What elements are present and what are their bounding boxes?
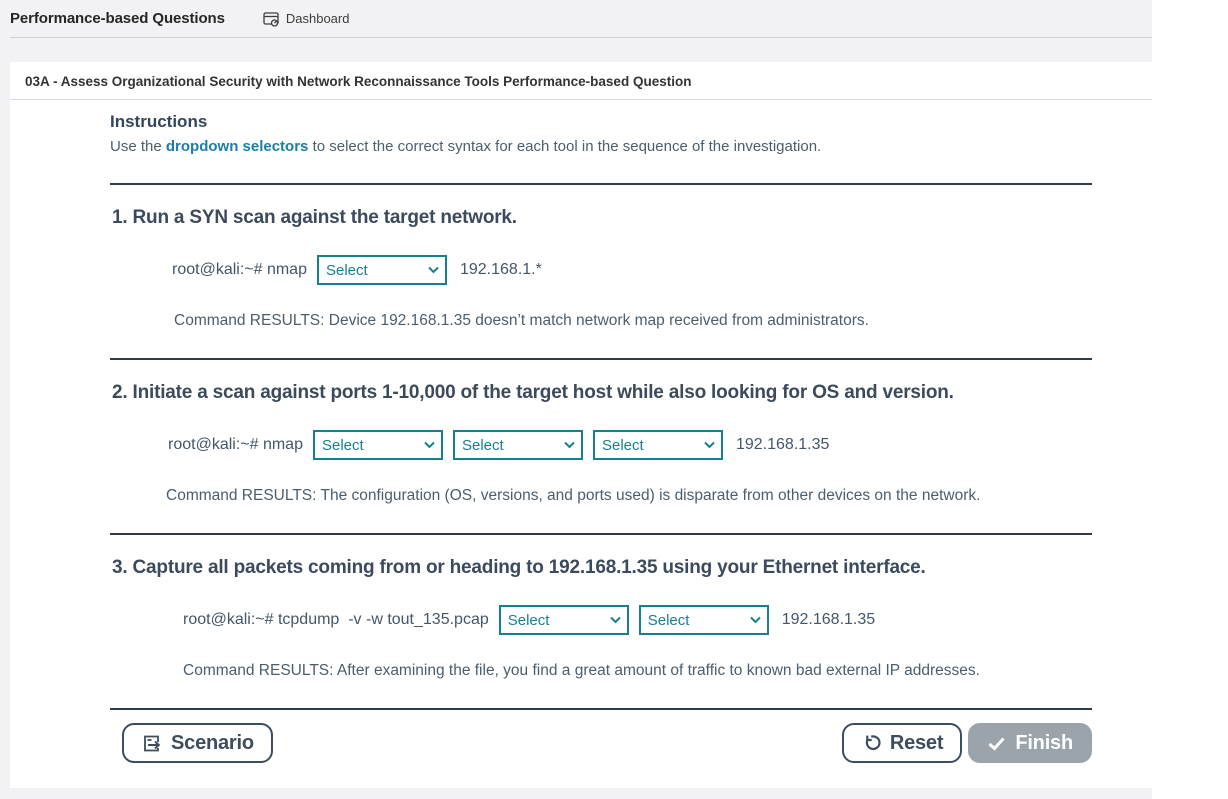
dashboard-icon [263, 11, 280, 27]
reset-icon [861, 733, 881, 753]
scenario-button[interactable]: Scenario [122, 723, 273, 763]
finish-label: Finish [1015, 732, 1073, 755]
question-2-results: Command RESULTS: The configuration (OS, … [110, 487, 1092, 505]
question-2-title: 2. Initiate a scan against ports 1-10,00… [112, 382, 1092, 404]
question-1-results: Command RESULTS: Device 192.168.1.35 doe… [110, 312, 1092, 330]
command-argument: 192.168.1.35 [782, 611, 875, 629]
question-1: 1. Run a SYN scan against the target net… [110, 207, 1092, 330]
q1-syntax-select-1[interactable]: Select [317, 255, 447, 285]
instructions-suffix: to select the correct syntax for each to… [308, 138, 821, 155]
question-3-results: Command RESULTS: After examining the fil… [110, 662, 1092, 680]
terminal-prompt: root@kali:~# tcpdump -v -w tout_135.pcap [183, 611, 489, 629]
reset-label: Reset [890, 732, 943, 755]
section-divider [110, 708, 1092, 710]
dashboard-button[interactable]: Dashboard [259, 9, 354, 29]
question-2-command-row: root@kali:~# nmap Select Select [110, 430, 1092, 460]
question-1-title: 1. Run a SYN scan against the target net… [112, 207, 1092, 229]
question-card: 03A - Assess Organizational Security wit… [10, 62, 1152, 788]
topbar-divider [10, 37, 1152, 38]
checkmark-icon [987, 734, 1006, 753]
question-2: 2. Initiate a scan against ports 1-10,00… [110, 382, 1092, 505]
section-divider [110, 183, 1092, 185]
question-content: Instructions Use the dropdown selectors … [10, 112, 1152, 763]
dropdown-selectors-emphasis: dropdown selectors [166, 138, 309, 155]
footer-toolbar: Scenario Reset [110, 723, 1092, 763]
question-3-command-row: root@kali:~# tcpdump -v -w tout_135.pcap… [110, 605, 1092, 635]
section-divider [110, 358, 1092, 360]
question-3: 3. Capture all packets coming from or he… [110, 557, 1092, 680]
instructions-prefix: Use the [110, 138, 166, 155]
question-set-title: 03A - Assess Organizational Security wit… [10, 62, 1152, 100]
reset-button[interactable]: Reset [842, 723, 962, 763]
instructions-heading: Instructions [110, 112, 1092, 132]
app-window: Performance-based Questions Dashboard 03… [0, 0, 1152, 799]
question-1-command-row: root@kali:~# nmap Select 192.168.1.* [110, 255, 1092, 285]
instructions-text: Use the dropdown selectors to select the… [110, 138, 1092, 155]
section-divider [110, 533, 1092, 535]
terminal-prompt: root@kali:~# nmap [168, 436, 303, 454]
top-bar: Performance-based Questions Dashboard [0, 0, 1152, 37]
q3-syntax-select-1[interactable]: Select [499, 605, 629, 635]
footer-right-group: Reset Finish [842, 723, 1092, 763]
q2-syntax-select-1[interactable]: Select [313, 430, 443, 460]
page-title: Performance-based Questions [10, 10, 225, 27]
finish-button[interactable]: Finish [968, 723, 1092, 763]
scenario-label: Scenario [171, 732, 254, 755]
dashboard-label: Dashboard [286, 11, 350, 26]
question-3-title: 3. Capture all packets coming from or he… [112, 557, 1092, 579]
q2-syntax-select-2[interactable]: Select [453, 430, 583, 460]
command-argument: 192.168.1.35 [736, 436, 829, 454]
command-argument: 192.168.1.* [460, 261, 542, 279]
scenario-icon [141, 733, 162, 754]
terminal-prompt: root@kali:~# nmap [172, 261, 307, 279]
q2-syntax-select-3[interactable]: Select [593, 430, 723, 460]
q3-syntax-select-2[interactable]: Select [639, 605, 769, 635]
